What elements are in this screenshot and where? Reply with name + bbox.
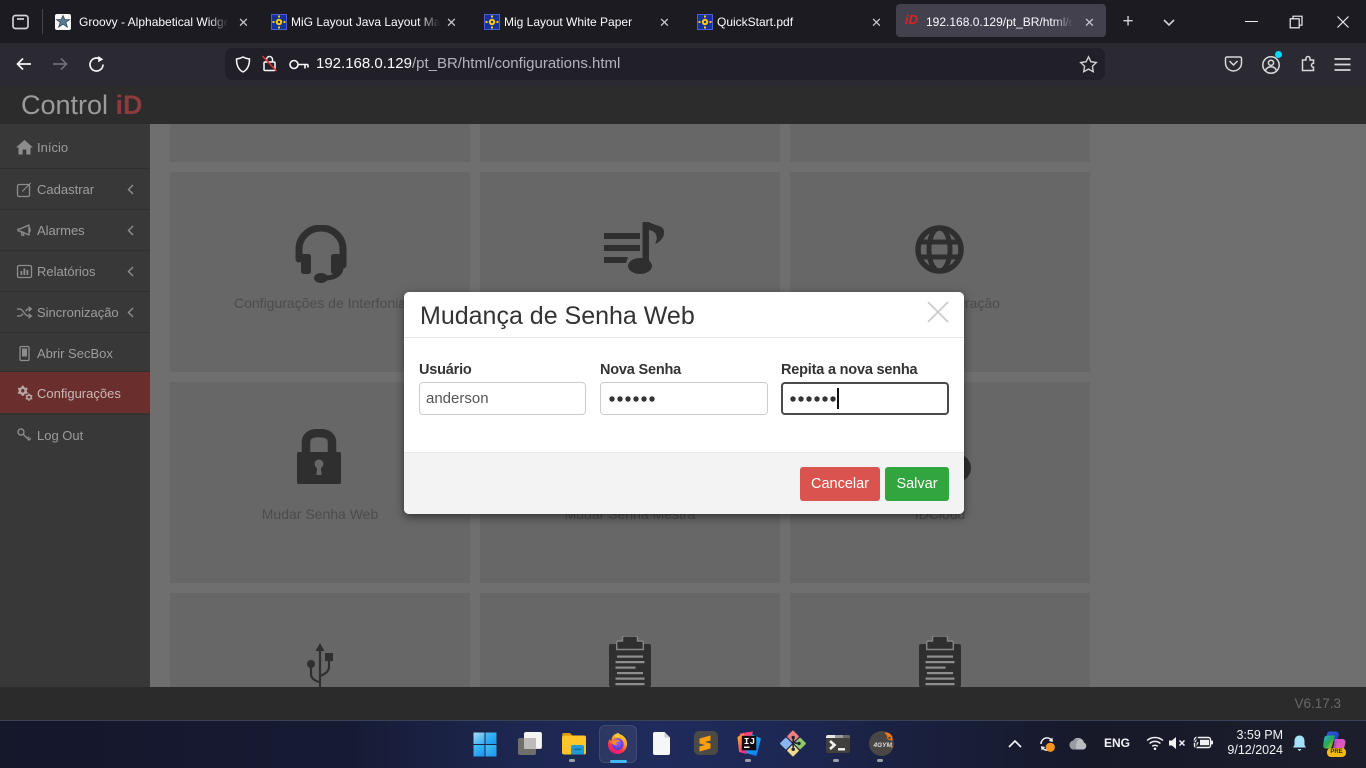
svg-text:IJ: IJ <box>744 736 755 747</box>
svg-text:4GYM: 4GYM <box>873 742 893 749</box>
